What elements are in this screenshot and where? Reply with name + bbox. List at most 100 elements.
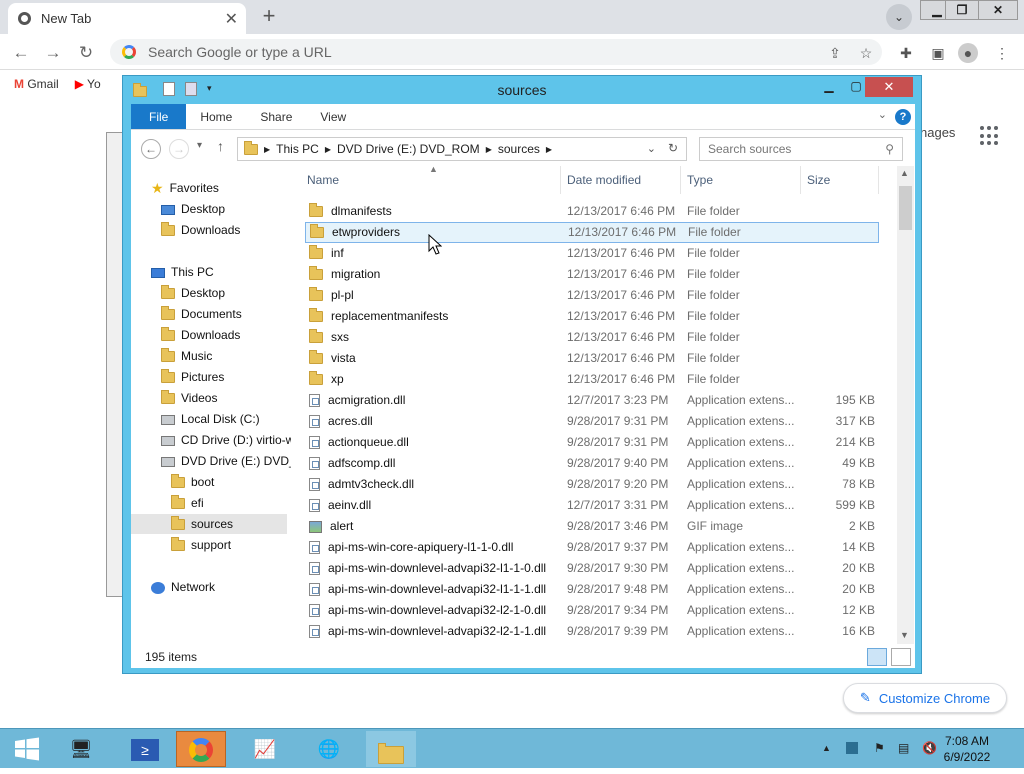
bookmark-youtube[interactable]: ▶ Yo	[75, 77, 101, 91]
network-globe-icon[interactable]: 🌐	[304, 731, 354, 767]
tray-app-icon[interactable]	[846, 742, 858, 754]
nav-item[interactable]: This PC	[131, 262, 287, 282]
side-panel-icon[interactable]: ▣	[928, 43, 948, 63]
tab-search-button[interactable]: ⌄	[886, 4, 912, 30]
customize-chrome-button[interactable]: ✎ Customize Chrome	[843, 683, 1007, 713]
nav-item[interactable]: CD Drive (D:) virtio-w	[131, 430, 291, 450]
nav-item[interactable]: Documents	[131, 304, 287, 324]
powershell-icon[interactable]: ≥	[120, 731, 170, 767]
menu-icon[interactable]: ⋮	[992, 43, 1012, 63]
nav-item[interactable]: Downloads	[131, 220, 287, 240]
table-row[interactable]: aeinv.dll 12/7/2017 3:31 PM Application ex…	[305, 495, 879, 516]
details-view-icon[interactable]	[867, 648, 887, 666]
table-row[interactable]: admtv3check.dll 9/28/2017 9:20 PM Applicat…	[305, 474, 879, 495]
table-row[interactable]: sxs 12/13/2017 6:46 PM File folder	[305, 327, 879, 348]
back-icon[interactable]: ←	[10, 42, 32, 64]
table-row[interactable]: alert 9/28/2017 3:46 PM GIF image 2 KB	[305, 516, 879, 537]
table-row[interactable]: api-ms-win-downlevel-advapi32-l2-1-1.dll…	[305, 621, 879, 642]
close-button[interactable]: ✕	[978, 0, 1018, 20]
chevron-down-icon[interactable]: ⌄	[878, 108, 887, 121]
table-row[interactable]: api-ms-win-downlevel-advapi32-l1-1-0.dll…	[305, 558, 879, 579]
system-clock[interactable]: 7:08 AM 6/9/2022	[932, 733, 1002, 765]
large-icons-view-icon[interactable]	[891, 648, 911, 666]
table-row[interactable]: migration 12/13/2017 6:46 PM File folder	[305, 264, 879, 285]
explorer-minimize-button[interactable]: ▁	[816, 78, 842, 96]
nav-item[interactable]: Music	[131, 346, 287, 366]
scrollbar-thumb[interactable]	[899, 186, 912, 230]
nav-item[interactable]: sources	[131, 514, 287, 534]
back-icon[interactable]: ←	[141, 139, 161, 159]
nav-item[interactable]: efi	[131, 493, 287, 513]
refresh-icon[interactable]: ↻	[668, 141, 678, 155]
column-header-size[interactable]: Size	[801, 166, 879, 194]
ribbon-tab-file[interactable]: File	[131, 104, 187, 129]
breadcrumb-dvd-drive[interactable]: DVD Drive (E:) DVD_ROM	[337, 142, 480, 156]
table-row[interactable]: vista 12/13/2017 6:46 PM File folder	[305, 348, 879, 369]
nav-item[interactable]: Pictures	[131, 367, 287, 387]
explorer-close-button[interactable]: ✕	[865, 77, 913, 97]
scroll-down-icon[interactable]: ▼	[900, 630, 909, 640]
table-row[interactable]: replacementmanifests 12/13/2017 6:46 PM Fi…	[305, 306, 879, 327]
nav-item[interactable]: Desktop	[131, 283, 287, 303]
column-header-type[interactable]: Type	[681, 166, 801, 194]
images-link[interactable]: nages	[920, 125, 955, 140]
table-row[interactable]: acres.dll 9/28/2017 9:31 PM Application ex…	[305, 411, 879, 432]
nav-item[interactable]: ★ Favorites	[131, 178, 287, 198]
extensions-icon[interactable]: ✚	[896, 43, 916, 63]
table-row[interactable]: acmigration.dll 12/7/2017 3:23 PM Applicat…	[305, 390, 879, 411]
show-hidden-icons-icon[interactable]: ▲	[822, 743, 831, 753]
table-row[interactable]: api-ms-win-downlevel-advapi32-l1-1-1.dll…	[305, 579, 879, 600]
omnibox[interactable]: Search Google or type a URL	[110, 39, 882, 65]
chrome-tab[interactable]: New Tab ✕	[8, 3, 246, 34]
ribbon-tab-view[interactable]: View	[306, 104, 360, 129]
reload-icon[interactable]: ↻	[75, 42, 97, 64]
performance-monitor-icon[interactable]: 📈	[240, 731, 290, 767]
table-row[interactable]: pl-pl 12/13/2017 6:46 PM File folder	[305, 285, 879, 306]
new-tab-button[interactable]: +	[256, 5, 282, 29]
nav-item[interactable]: Downloads	[131, 325, 287, 345]
star-icon[interactable]: ☆	[856, 43, 876, 63]
profile-icon[interactable]: ●	[958, 43, 978, 63]
explorer-titlebar[interactable]: ▾ sources ▁ ▢ ✕	[123, 76, 921, 104]
table-row[interactable]: api-ms-win-downlevel-advapi32-l2-1-0.dll…	[305, 600, 879, 621]
restore-button[interactable]: ❐	[945, 0, 979, 20]
nav-item[interactable]: Videos	[131, 388, 287, 408]
forward-icon[interactable]: →	[42, 42, 64, 64]
network-tray-icon[interactable]: ▤	[898, 741, 909, 755]
nav-item[interactable]: boot	[131, 472, 287, 492]
nav-item[interactable]: Local Disk (C:)	[131, 409, 287, 429]
chrome-taskbar-icon[interactable]	[176, 731, 226, 767]
table-row[interactable]: api-ms-win-core-apiquery-l1-1-0.dll 9/28/…	[305, 537, 879, 558]
address-bar[interactable]: ▶ This PC ▶ DVD Drive (E:) DVD_ROM ▶ sou…	[237, 137, 687, 161]
apps-icon[interactable]	[980, 126, 1000, 146]
nav-item[interactable]: Desktop	[131, 199, 287, 219]
table-row[interactable]: etwproviders 12/13/2017 6:46 PM File folde…	[305, 222, 879, 243]
nav-item[interactable]: DVD Drive (E:) DVD_R	[131, 451, 291, 471]
table-row[interactable]: inf 12/13/2017 6:46 PM File folder	[305, 243, 879, 264]
column-header-date[interactable]: Date modified	[561, 166, 681, 194]
file-explorer-taskbar-icon[interactable]	[366, 731, 416, 767]
action-center-flag-icon[interactable]: ⚑	[874, 741, 885, 755]
start-button[interactable]	[2, 731, 52, 767]
table-row[interactable]: actionqueue.dll 9/28/2017 9:31 PM Applicat…	[305, 432, 879, 453]
table-row[interactable]: xp 12/13/2017 6:46 PM File folder	[305, 369, 879, 390]
help-icon[interactable]: ?	[895, 109, 911, 125]
scroll-up-icon[interactable]: ▲	[900, 168, 909, 178]
address-dropdown-icon[interactable]: ⌄	[647, 142, 656, 155]
share-icon[interactable]: ⇪	[825, 43, 845, 63]
up-icon[interactable]: ↑	[217, 138, 224, 154]
nav-item[interactable]: Network	[131, 577, 287, 597]
breadcrumb-this-pc[interactable]: This PC	[276, 142, 319, 156]
breadcrumb-sources[interactable]: sources	[498, 142, 540, 156]
ribbon-tab-share[interactable]: Share	[246, 104, 306, 129]
forward-icon[interactable]: →	[169, 139, 189, 159]
server-manager-icon[interactable]: 🖥	[56, 731, 106, 767]
nav-item[interactable]: support	[131, 535, 287, 555]
search-input[interactable]: Search sources ⚲	[699, 137, 903, 161]
table-row[interactable]: adfscomp.dll 9/28/2017 9:40 PM Application…	[305, 453, 879, 474]
ribbon-tab-home[interactable]: Home	[186, 104, 246, 129]
close-tab-icon[interactable]: ✕	[225, 9, 238, 29]
bookmark-gmail[interactable]: M Gmail	[14, 77, 59, 91]
table-row[interactable]: dlmanifests 12/13/2017 6:46 PM File folder	[305, 201, 879, 222]
vertical-scrollbar[interactable]: ▲ ▼	[897, 166, 914, 644]
